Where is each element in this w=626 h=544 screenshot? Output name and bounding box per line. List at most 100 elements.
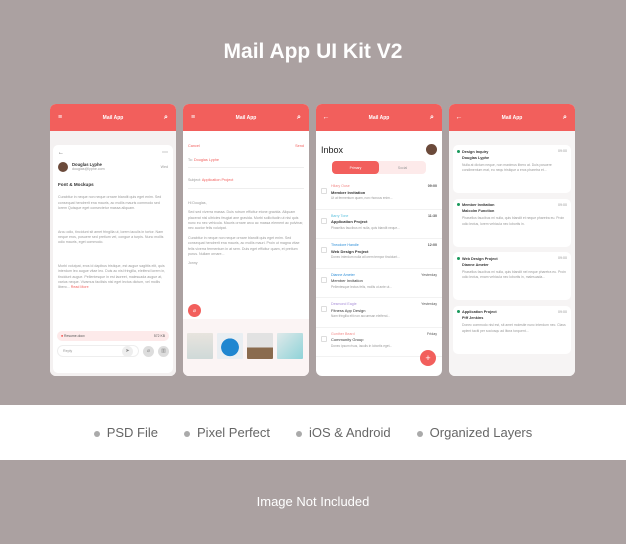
trash-icon[interactable]: ▥ (158, 345, 169, 357)
email-card: ← ⋯ Douglas Lyphe douglas@lyphe.com Wed Fo… (53, 145, 173, 373)
app-title: Mail App (368, 114, 390, 121)
menu-icon[interactable]: ≡ (189, 114, 197, 121)
search-icon[interactable]: ⌕ (428, 114, 436, 122)
sender-name: Theodore Handle (331, 243, 359, 247)
row-time: Yesterday (421, 302, 437, 306)
row-checkbox[interactable] (321, 306, 327, 312)
notification-preview: Nulla at dictum neque, non maximus liber… (462, 162, 552, 173)
notification-subject: Application Project (462, 310, 497, 315)
attachment[interactable]: ■ Resume.docx 572 KB (57, 331, 169, 341)
notebook-image[interactable] (277, 333, 303, 359)
subject-label: Subject: (188, 178, 201, 183)
unread-dot (457, 203, 460, 207)
notification-card[interactable]: Web Design Project 09:00 Dianne Ameter Phas… (453, 252, 571, 300)
row-subject: Member Invitation (331, 189, 366, 195)
row-checkbox[interactable] (321, 217, 327, 224)
bullet-icon (184, 430, 191, 437)
notification-time: 09:00 (558, 309, 567, 314)
feature-label: PSD File (106, 425, 159, 440)
message-body[interactable]: Hi Douglas, Sed sed viverra massa. Duis … (188, 201, 304, 267)
email-date: Wed (160, 164, 168, 169)
row-subject: Community Group (331, 337, 364, 342)
greeting: Hi Douglas, (188, 200, 207, 205)
app-header: ≡ Mail App ⌕ (183, 104, 309, 131)
subject-field[interactable]: Subject: Application Project (188, 168, 304, 189)
backpack-image[interactable] (217, 333, 243, 359)
notification-subject: Web Design Project (462, 256, 498, 261)
notification-card[interactable]: Member Invitation 09:00 Malcolm Function Ph… (453, 198, 571, 247)
tab-social[interactable]: Social (379, 161, 426, 174)
feature-label: Organized Layers (429, 425, 533, 440)
notification-sender: Piff Jenkins (462, 316, 484, 321)
body-paragraph: Sed sed viverra massa. Duis rutrum effic… (188, 210, 304, 231)
cup-image[interactable] (187, 333, 213, 359)
inbox-row[interactable]: Theodore Handle 12:00 Web Design Project Do… (316, 239, 442, 269)
body-paragraph: Curabitur in neque non neque ornare blan… (188, 235, 300, 257)
inbox-row[interactable]: Dianne Ameter Yesterday Member Invitation P… (316, 269, 442, 298)
sender-name: Barry Tone (331, 213, 349, 218)
read-more-link[interactable]: Read More (71, 285, 89, 289)
desk-image[interactable] (247, 333, 273, 359)
attach-icon[interactable]: ⌀ (143, 345, 154, 357)
row-time: 11:30 (428, 213, 437, 218)
attachment-thumbnails (183, 319, 309, 376)
search-icon[interactable]: ⌕ (561, 114, 569, 122)
notification-sender: Douglas Lyphe (462, 155, 490, 160)
subject-value: Application Project (201, 178, 234, 183)
notification-card[interactable]: Application Project 09:00 Piff Jenkins Done… (453, 305, 571, 354)
back-icon[interactable]: ← (58, 150, 64, 156)
back-icon[interactable]: ← (455, 114, 463, 121)
avatar[interactable] (426, 144, 437, 155)
send-icon[interactable]: ➤ (122, 345, 133, 357)
notification-time: 09:00 (558, 202, 567, 207)
feature-item: Pixel Perfect (184, 425, 270, 440)
row-checkbox[interactable] (321, 335, 327, 342)
menu-icon[interactable]: ≡ (56, 114, 64, 121)
notification-subject: Member Invitation (462, 203, 495, 208)
inbox-title: Inbox (321, 144, 344, 155)
row-checkbox[interactable] (321, 247, 327, 253)
unread-dot (457, 310, 460, 314)
inbox-row[interactable]: Desmond Eagle Yesterday Fitness App Design… (316, 298, 442, 328)
to-value: Douglas Lyphe (193, 158, 220, 162)
row-checkbox[interactable] (321, 276, 327, 283)
app-title: Mail App (501, 114, 523, 121)
feature-item: iOS & Android (296, 425, 391, 440)
features-band: PSD File Pixel Perfect iOS & Android Org… (0, 405, 626, 460)
app-header: ← Mail App ⌕ (316, 104, 442, 131)
phone-inbox: ← Mail App ⌕ Inbox Primary Social Hilary Ou… (316, 104, 442, 376)
inbox-row[interactable]: Barry Tone 11:30 Application Project Phasel… (316, 210, 442, 239)
to-field[interactable]: To: Douglas Lyphe (188, 148, 304, 169)
notification-card[interactable]: Design Inquiry 09:00 Douglas Lyphe Nulla at… (453, 145, 571, 193)
search-icon[interactable]: ⌕ (162, 114, 170, 122)
row-time: Yesterday (421, 272, 437, 277)
reply-input[interactable]: Reply ➤ (57, 345, 139, 357)
notification-preview: Phasellus faucibus mi nulla, quis blandi… (462, 216, 565, 226)
file-icon: ■ (61, 334, 64, 338)
signature: Jonny (188, 261, 198, 266)
row-preview: Pellentesque lectus felis, mollis ut ant… (331, 284, 392, 289)
cancel-button[interactable]: Cancel (188, 144, 200, 148)
search-icon[interactable]: ⌕ (295, 114, 303, 122)
sender-name: Desmond Eagle (331, 302, 357, 306)
back-icon[interactable]: ← (322, 114, 330, 121)
app-title: Mail App (102, 114, 124, 121)
app-title: Mail App (235, 114, 257, 121)
attach-icon[interactable]: ⌀ (188, 304, 201, 317)
email-subject: Font & Mockups (58, 182, 94, 188)
inbox-row[interactable]: Hilary Ouse 09:00 Member Invitation Ut at f… (316, 180, 442, 210)
bullet-icon (296, 430, 302, 437)
notification-time: 09:00 (558, 256, 567, 260)
tab-primary[interactable]: Primary (332, 161, 379, 174)
unread-dot (457, 256, 460, 260)
to-label: To: (188, 158, 193, 162)
send-button[interactable]: Send (295, 144, 304, 148)
notification-sender: Dianne Ameter (462, 262, 489, 267)
sender-name: Dianne Ameter (331, 272, 355, 277)
feature-label: iOS & Android (309, 425, 391, 440)
more-icon[interactable]: ⋯ (162, 149, 168, 156)
row-checkbox[interactable] (321, 188, 327, 194)
row-preview: Donec ipsum risus, iaculis in lobortis e… (331, 343, 393, 348)
notification-sender: Malcolm Function (462, 209, 495, 214)
compose-button[interactable]: + (420, 350, 436, 366)
